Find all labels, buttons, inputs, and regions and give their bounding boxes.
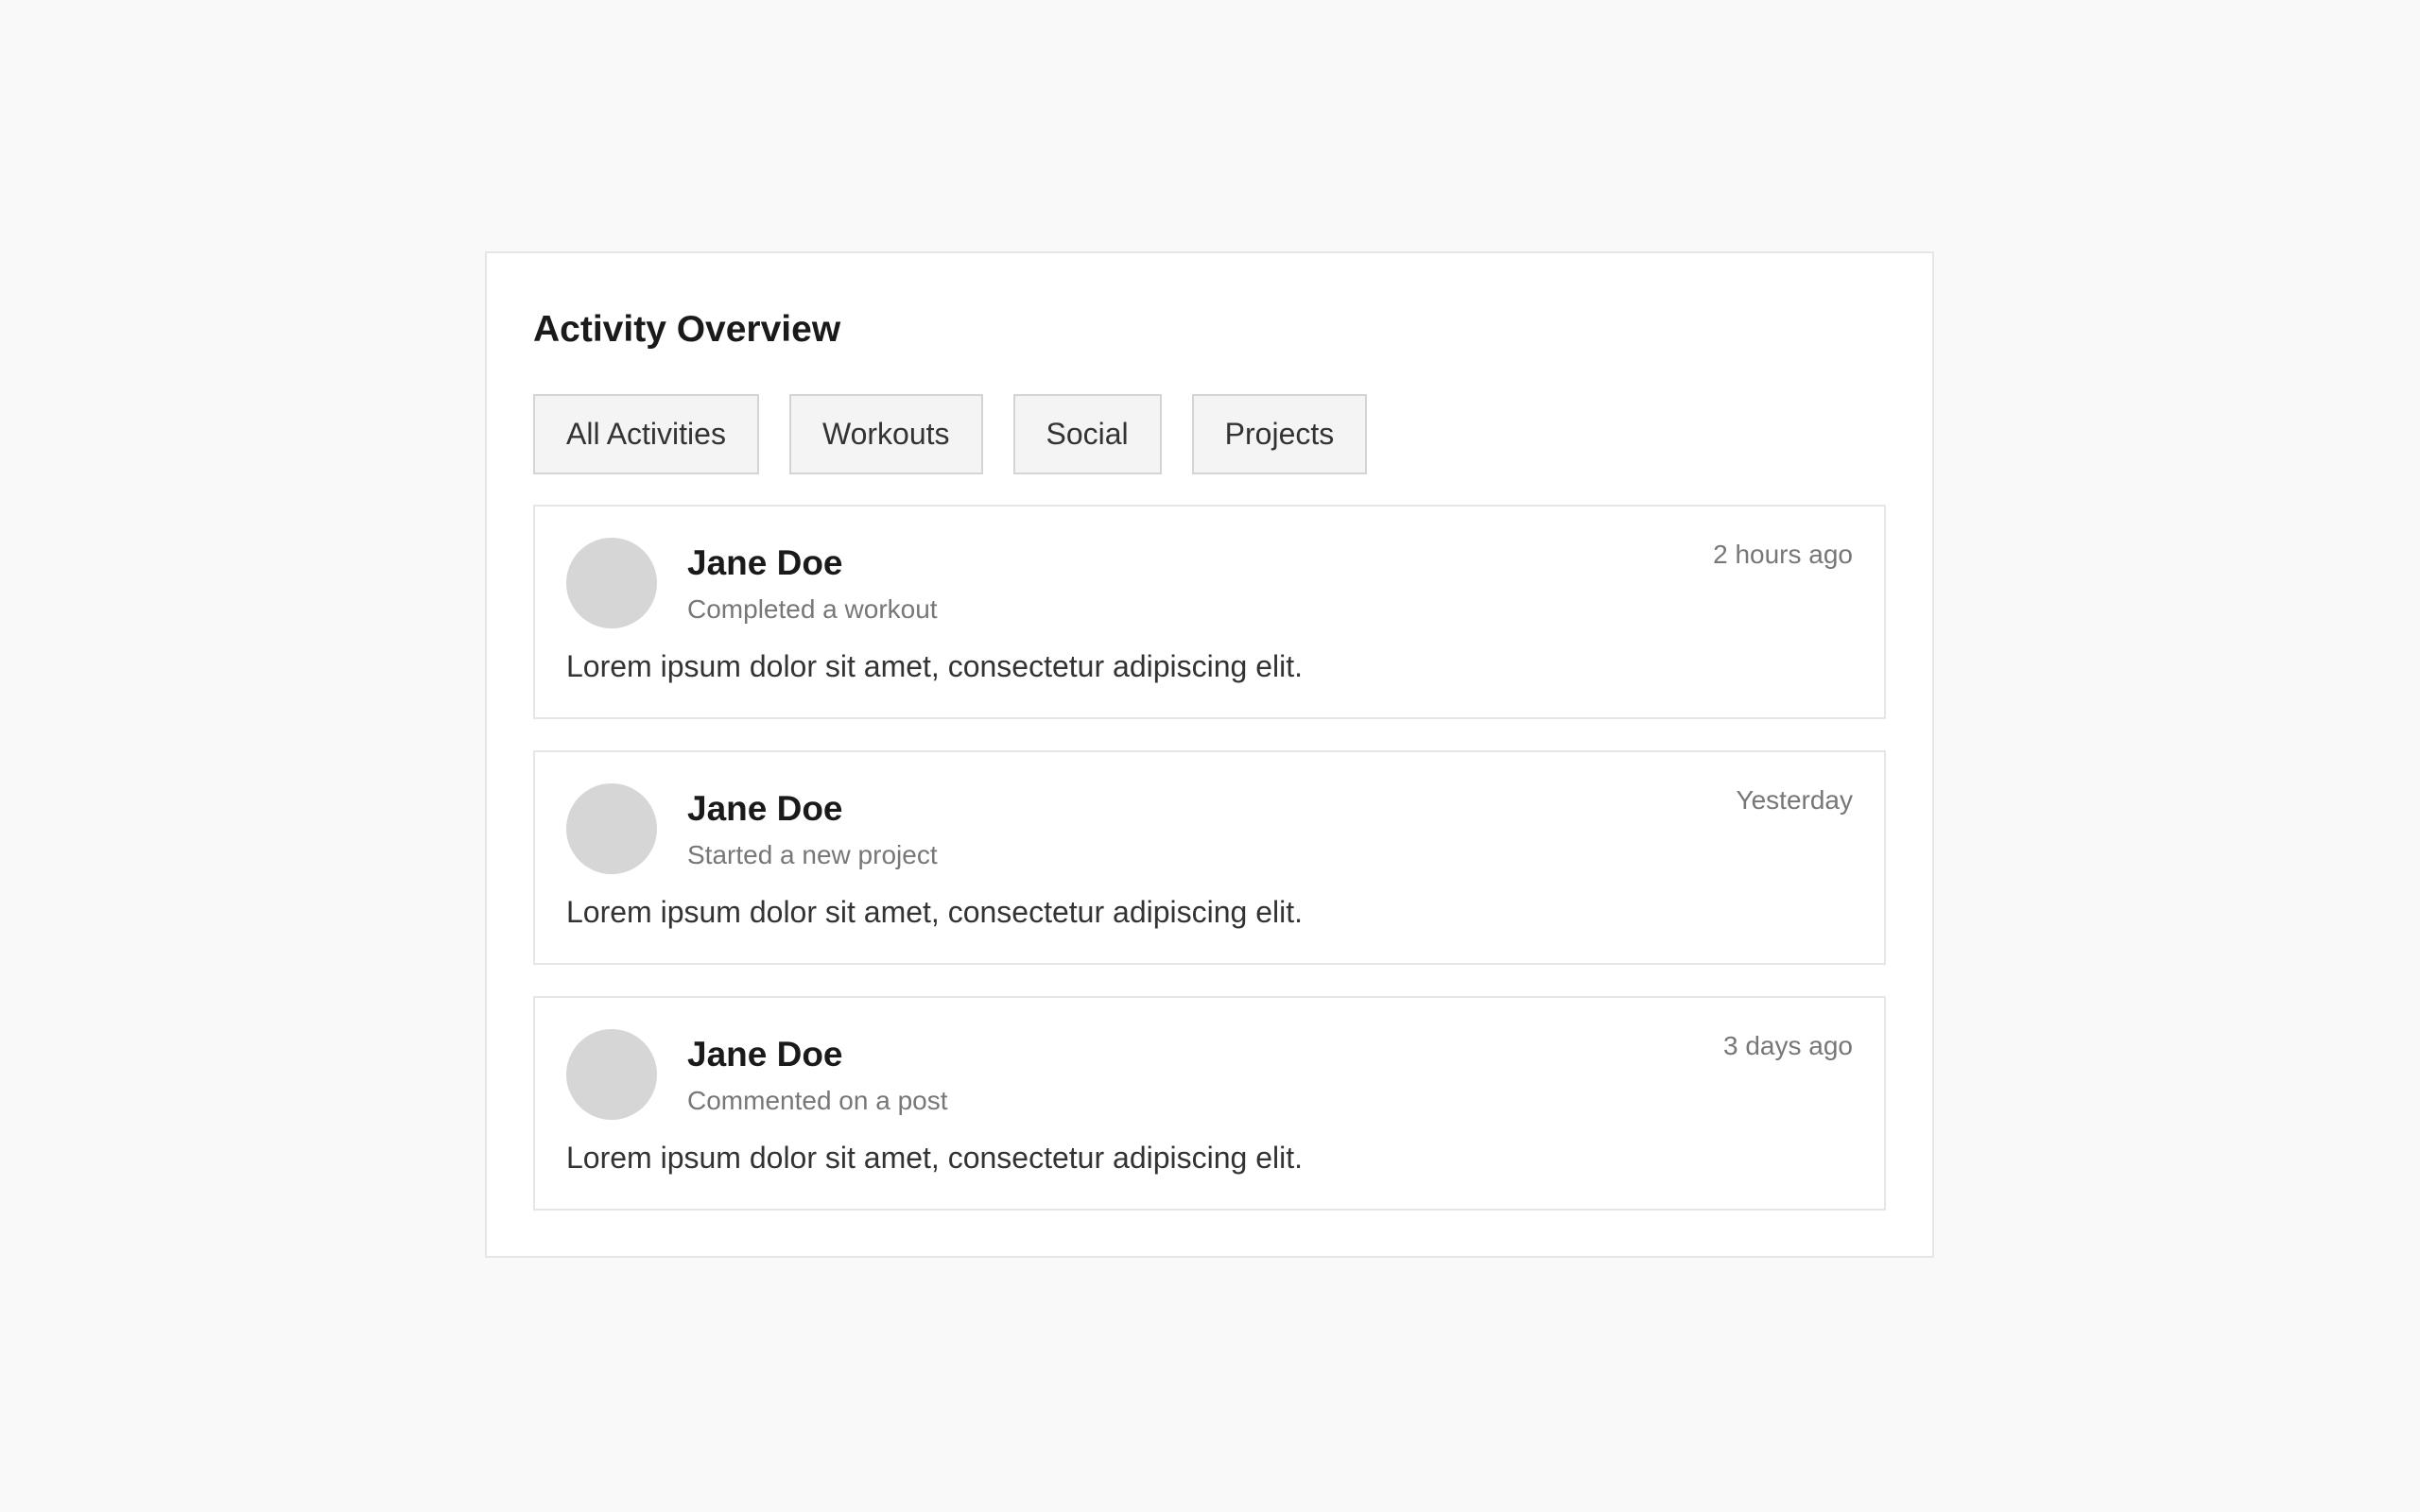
activity-timestamp: Yesterday — [1736, 785, 1854, 815]
avatar — [566, 1029, 657, 1120]
filter-social-button[interactable]: Social — [1012, 394, 1162, 474]
filter-all-activities-button[interactable]: All Activities — [533, 394, 759, 474]
avatar — [566, 783, 657, 874]
page-title: Activity Overview — [533, 309, 841, 350]
activity-text: Lorem ipsum dolor sit amet, consectetur … — [566, 895, 1304, 929]
activity-timestamp: 2 hours ago — [1713, 540, 1853, 569]
activity-item: Jane Doe Started a new project Yesterday… — [533, 750, 1886, 965]
activity-user-name: Jane Doe — [687, 543, 843, 582]
activity-text: Lorem ipsum dolor sit amet, consectetur … — [566, 649, 1304, 683]
activity-action: Commented on a post — [687, 1086, 948, 1115]
activity-user-name: Jane Doe — [687, 789, 843, 828]
filter-workouts-button[interactable]: Workouts — [788, 394, 983, 474]
avatar — [566, 538, 657, 628]
activity-action: Completed a workout — [687, 594, 938, 624]
activity-overview-panel: Activity Overview All Activities Workout… — [485, 251, 1934, 1258]
activity-feed: Jane Doe Completed a workout 2 hours ago… — [533, 505, 1886, 1211]
activity-timestamp: 3 days ago — [1723, 1031, 1853, 1060]
activity-action: Started a new project — [687, 840, 938, 869]
activity-user-name: Jane Doe — [687, 1035, 843, 1074]
activity-item: Jane Doe Completed a workout 2 hours ago… — [533, 505, 1886, 719]
activity-item: Jane Doe Commented on a post 3 days ago … — [533, 996, 1886, 1211]
activity-text: Lorem ipsum dolor sit amet, consectetur … — [566, 1141, 1304, 1175]
filter-bar: All Activities Workouts Social Projects — [533, 394, 1886, 474]
filter-projects-button[interactable]: Projects — [1191, 394, 1368, 474]
